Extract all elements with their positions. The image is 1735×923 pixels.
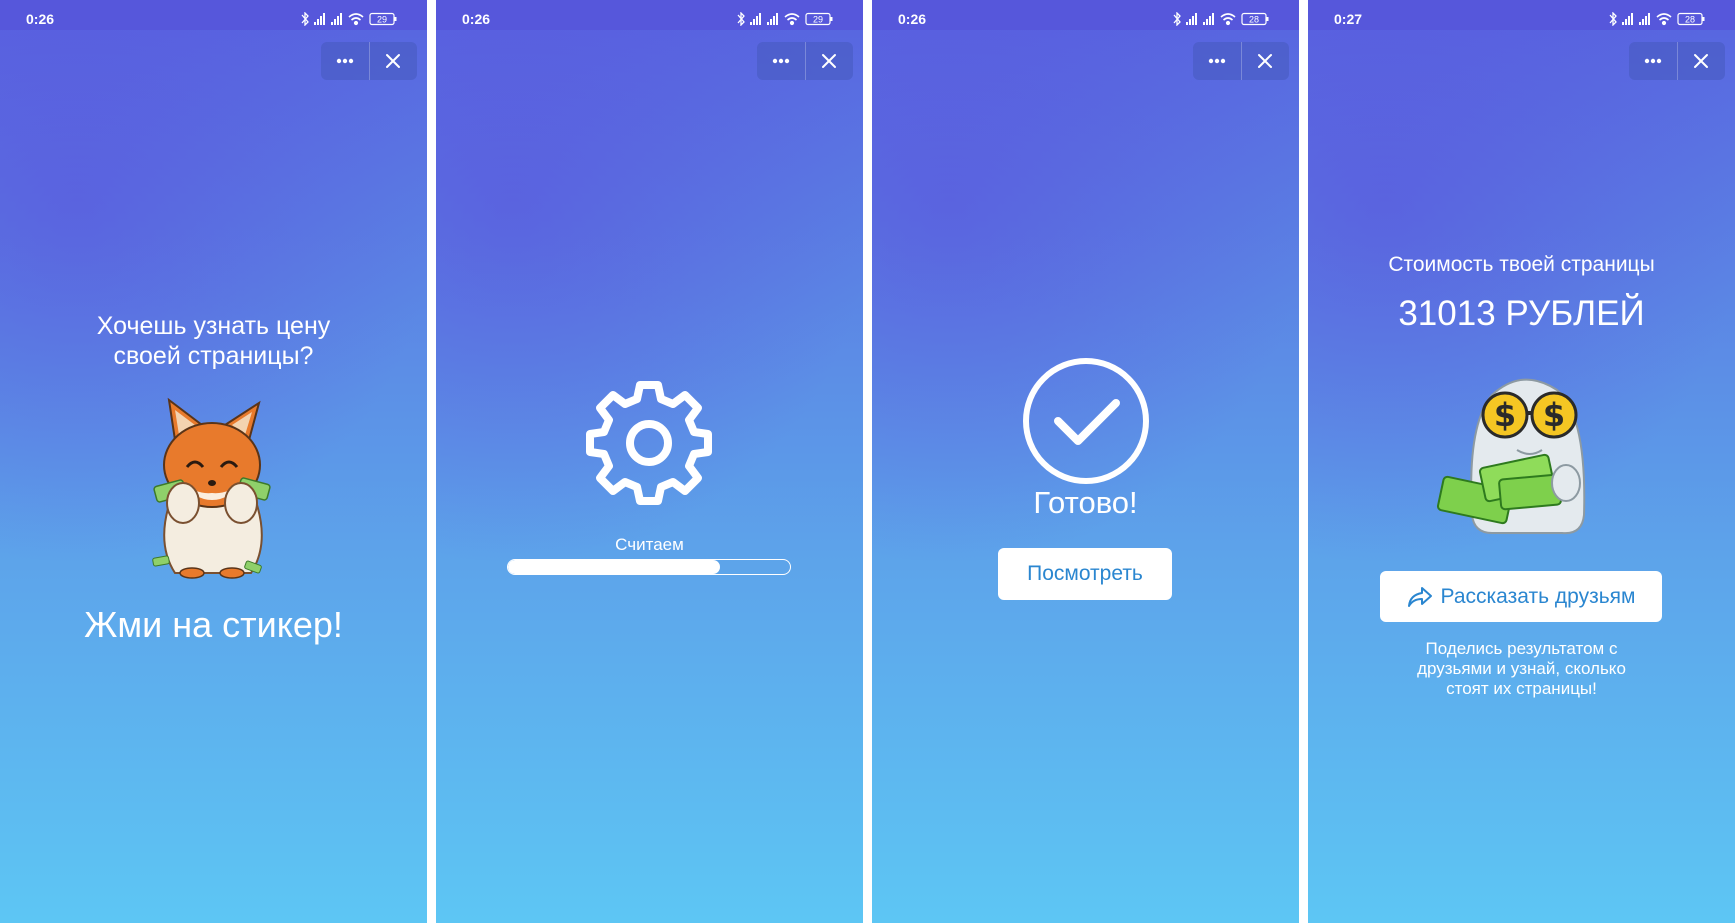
status-time: 0:26 [898, 11, 927, 27]
wifi-icon [348, 13, 364, 26]
close-icon [1694, 54, 1708, 68]
status-icons: 28 [1172, 12, 1277, 26]
battery-level: 29 [377, 15, 387, 25]
screen-done: 0:26 28 Готово! Посмотреть [872, 0, 1299, 923]
share-button-label: Рассказать друзьям [1440, 584, 1636, 608]
more-icon [1208, 58, 1226, 64]
more-button[interactable] [757, 42, 805, 80]
signal-icon [750, 13, 761, 25]
loading-label: Считаем [615, 535, 684, 554]
app-controls [757, 42, 853, 80]
status-time: 0:26 [26, 11, 55, 27]
screen-result: 0:27 28 Стоимость твоей страницы 31013 Р… [1308, 0, 1735, 923]
more-button[interactable] [1193, 42, 1241, 80]
close-icon [822, 54, 836, 68]
done-label: Готово! [1033, 485, 1138, 520]
progress-bar [507, 559, 791, 575]
app-controls [321, 42, 417, 80]
signal-icon [1639, 13, 1650, 25]
question-text: Хочешь узнать цену своей страницы? [96, 312, 331, 370]
share-hint: Поделись результатом с друзьями и узнай,… [1417, 639, 1626, 698]
signal-icon [331, 13, 342, 25]
close-button[interactable] [805, 42, 853, 80]
app-controls [1193, 42, 1289, 80]
battery-level: 28 [1685, 15, 1695, 25]
bluetooth-icon [1173, 12, 1181, 26]
app-controls [1629, 42, 1725, 80]
svg-text:$: $ [1543, 396, 1565, 434]
wifi-icon [1656, 13, 1672, 26]
close-button[interactable] [1241, 42, 1289, 80]
status-bar: 0:26 29 [0, 0, 427, 30]
check-circle-icon [1020, 355, 1152, 487]
close-button[interactable] [369, 42, 417, 80]
bluetooth-icon [301, 12, 309, 26]
status-icons: 29 [736, 12, 841, 26]
status-icons: 28 [1608, 12, 1713, 26]
bluetooth-icon [737, 12, 745, 26]
share-button[interactable]: Рассказать друзьям [1380, 571, 1662, 622]
fox-sticker[interactable] [147, 395, 277, 580]
screen-loading: 0:26 29 Считаем [436, 0, 863, 923]
bluetooth-icon [1609, 12, 1617, 26]
more-button[interactable] [1629, 42, 1677, 80]
status-bar: 0:26 29 [436, 0, 863, 30]
wifi-icon [784, 13, 800, 26]
status-bar: 0:26 28 [872, 0, 1299, 30]
close-icon [386, 54, 400, 68]
view-button[interactable]: Посмотреть [998, 548, 1172, 600]
signal-icon [1203, 13, 1214, 25]
more-icon [772, 58, 790, 64]
status-time: 0:27 [1334, 11, 1363, 27]
battery-level: 28 [1249, 15, 1259, 25]
screen-intro: 0:26 29 Хочешь узнать цену своей страниц… [0, 0, 427, 923]
wifi-icon [1220, 13, 1236, 26]
signal-icon [1186, 13, 1197, 25]
signal-icon [314, 13, 325, 25]
ghost-sticker: $ $ [1432, 365, 1612, 540]
status-bar: 0:27 28 [1308, 0, 1735, 30]
close-icon [1258, 54, 1272, 68]
status-icons: 29 [300, 12, 405, 26]
signal-icon [1622, 13, 1633, 25]
battery-level: 29 [813, 15, 823, 25]
more-icon [336, 58, 354, 64]
gear-icon [584, 379, 714, 507]
result-value: 31013 РУБЛЕЙ [1398, 294, 1645, 333]
signal-icon [767, 13, 778, 25]
status-time: 0:26 [462, 11, 491, 27]
more-icon [1644, 58, 1662, 64]
cta-text: Жми на стикер! [84, 604, 343, 645]
progress-fill [508, 560, 720, 574]
result-title: Стоимость твоей страницы [1388, 253, 1655, 276]
share-icon [1407, 586, 1432, 607]
close-button[interactable] [1677, 42, 1725, 80]
svg-text:$: $ [1494, 396, 1516, 434]
more-button[interactable] [321, 42, 369, 80]
